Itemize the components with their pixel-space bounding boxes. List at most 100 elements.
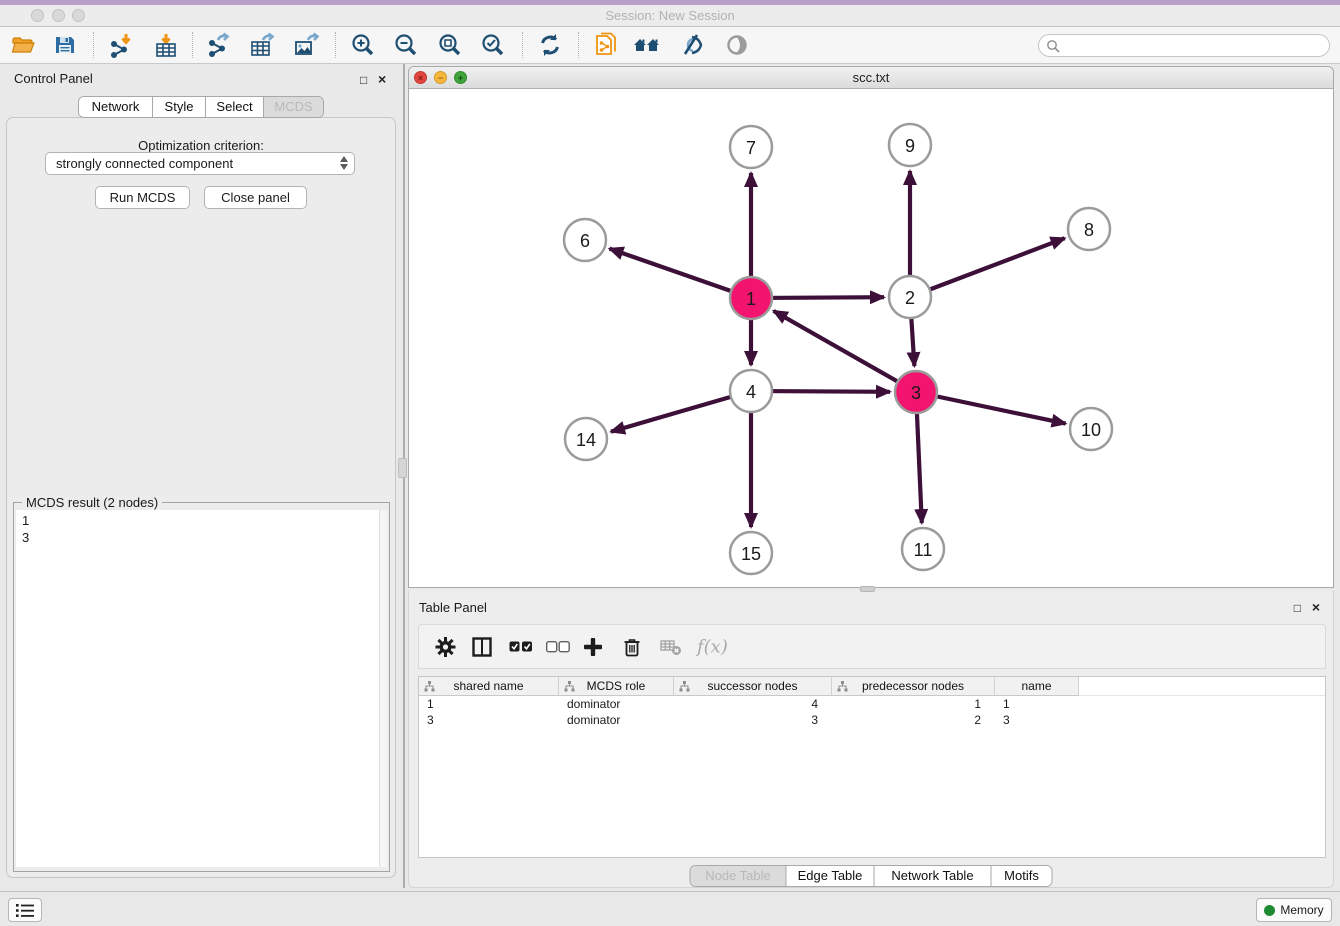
delete-table-icon[interactable]	[660, 638, 682, 656]
graph-node-6[interactable]: 6	[564, 219, 606, 261]
table-header-spacer	[1079, 677, 1325, 696]
table-cell[interactable]: 3	[674, 712, 832, 728]
zoom-fit-icon[interactable]	[435, 30, 465, 60]
window-title: Session: New Session	[0, 5, 1340, 27]
import-network-icon[interactable]	[106, 30, 136, 60]
table-header-row: shared nameMCDS rolesuccessor nodesprede…	[419, 677, 1325, 696]
graph-node-9[interactable]: 9	[889, 124, 931, 166]
table-panel-close-icon[interactable]: ×	[1312, 600, 1320, 614]
tab-network[interactable]: Network	[79, 97, 152, 117]
table-panel-title: Table Panel	[419, 600, 487, 615]
graph-edge-2-8[interactable]	[910, 238, 1065, 297]
control-panel-title: Control Panel	[14, 71, 93, 86]
tab-network-table[interactable]: Network Table	[874, 866, 991, 886]
svg-text:15: 15	[741, 544, 761, 564]
graph-node-1[interactable]: 1	[730, 277, 772, 319]
hide-selected-icon[interactable]	[677, 30, 707, 60]
deselect-all-icon[interactable]	[546, 641, 570, 653]
memory-button[interactable]: Memory	[1256, 898, 1332, 922]
svg-text:6: 6	[580, 231, 590, 251]
export-image-icon[interactable]	[291, 30, 321, 60]
table-cell[interactable]: 4	[674, 696, 832, 712]
tab-style[interactable]: Style	[152, 97, 205, 117]
neighbors-icon[interactable]	[632, 30, 662, 60]
save-session-icon[interactable]	[50, 30, 80, 60]
table-cell[interactable]: 2	[832, 712, 995, 728]
list-icon	[15, 903, 35, 918]
run-mcds-button[interactable]: Run MCDS	[95, 186, 190, 209]
export-table-icon[interactable]	[247, 30, 277, 60]
tab-edge-table[interactable]: Edge Table	[786, 866, 874, 886]
table-row[interactable]: 3dominator323	[419, 712, 1325, 728]
add-column-icon[interactable]	[584, 638, 602, 656]
graph-node-14[interactable]: 14	[565, 418, 607, 460]
table-cell[interactable]: dominator	[559, 712, 674, 728]
column-header-MCDS-role[interactable]: MCDS role	[559, 677, 674, 696]
function-builder-icon[interactable]: f(x)	[697, 636, 728, 657]
graph-node-15[interactable]: 15	[730, 532, 772, 574]
search-input[interactable]	[1060, 39, 1310, 53]
graph-node-2[interactable]: 2	[889, 276, 931, 318]
result-scrollbar[interactable]	[379, 510, 387, 867]
table-panel-float-icon[interactable]: □	[1294, 601, 1301, 615]
delete-icon[interactable]	[623, 637, 641, 657]
refresh-layout-icon[interactable]	[535, 30, 565, 60]
graph-node-4[interactable]: 4	[730, 370, 772, 412]
tab-select[interactable]: Select	[205, 97, 263, 117]
table-cell[interactable]: 1	[419, 696, 559, 712]
task-history-button[interactable]	[8, 898, 42, 922]
network-graph[interactable]: 7 9 6 8 1 2 4 3 14 10 15 11	[409, 90, 1333, 587]
gear-icon[interactable]	[435, 636, 456, 657]
graph-node-10[interactable]: 10	[1070, 408, 1112, 450]
column-view-icon[interactable]	[472, 637, 492, 657]
search-box[interactable]	[1038, 34, 1330, 57]
control-panel-float-icon[interactable]: □	[360, 73, 367, 87]
toolbar-separator	[93, 32, 94, 58]
control-panel-close-icon[interactable]: ×	[378, 72, 386, 86]
mcds-panel: Optimization criterion: strongly connect…	[6, 117, 396, 878]
column-header-successor-nodes[interactable]: successor nodes	[674, 677, 832, 696]
tab-node-table[interactable]: Node Table	[691, 866, 786, 886]
close-panel-button[interactable]: Close panel	[204, 186, 307, 209]
zoom-in-icon[interactable]	[348, 30, 378, 60]
graph-edge-3-10[interactable]	[916, 392, 1066, 424]
toolbar-separator	[192, 32, 193, 58]
horizontal-splitter-handle[interactable]	[860, 586, 875, 592]
criterion-select[interactable]: strongly connected component	[45, 152, 355, 175]
table-rows: 1dominator4113dominator323	[419, 696, 1325, 728]
select-all-icon[interactable]	[509, 641, 533, 653]
table-cell[interactable]: 3	[419, 712, 559, 728]
tab-mcds[interactable]: MCDS	[263, 97, 323, 117]
table-cell[interactable]: 3	[995, 712, 1079, 728]
duplicate-network-icon[interactable]	[591, 30, 621, 60]
table-cell[interactable]: 1	[832, 696, 995, 712]
open-session-icon[interactable]	[8, 30, 38, 60]
vertical-splitter-handle[interactable]	[398, 458, 407, 478]
table-cell[interactable]: dominator	[559, 696, 674, 712]
network-canvas[interactable]: 7 9 6 8 1 2 4 3 14 10 15 11	[409, 90, 1333, 587]
status-bar: Memory	[0, 891, 1340, 926]
toolbar-separator	[578, 32, 579, 58]
column-header-name[interactable]: name	[995, 677, 1079, 696]
graph-node-11[interactable]: 11	[902, 528, 944, 570]
table-toolbar: f(x)	[418, 624, 1326, 669]
show-hidden-icon[interactable]	[722, 30, 752, 60]
column-header-shared-name[interactable]: shared name	[419, 677, 559, 696]
node-table[interactable]: shared nameMCDS rolesuccessor nodesprede…	[418, 676, 1326, 858]
graph-node-7[interactable]: 7	[730, 126, 772, 168]
export-network-icon[interactable]	[204, 30, 234, 60]
column-header-predecessor-nodes[interactable]: predecessor nodes	[832, 677, 995, 696]
table-cell[interactable]: 1	[995, 696, 1079, 712]
mcds-result-list[interactable]: 1 3	[16, 510, 379, 867]
graph-node-3[interactable]: 3	[895, 371, 937, 413]
graph-edge-3-1[interactable]	[774, 311, 916, 392]
tab-motifs[interactable]: Motifs	[991, 866, 1052, 886]
import-table-icon[interactable]	[151, 30, 181, 60]
main-toolbar	[0, 27, 1340, 64]
application-window: Session: New Session	[0, 0, 1340, 926]
table-row[interactable]: 1dominator411	[419, 696, 1325, 712]
zoom-out-icon[interactable]	[391, 30, 421, 60]
graph-node-8[interactable]: 8	[1068, 208, 1110, 250]
graph-edge-1-6[interactable]	[610, 249, 752, 298]
zoom-selected-icon[interactable]	[478, 30, 508, 60]
